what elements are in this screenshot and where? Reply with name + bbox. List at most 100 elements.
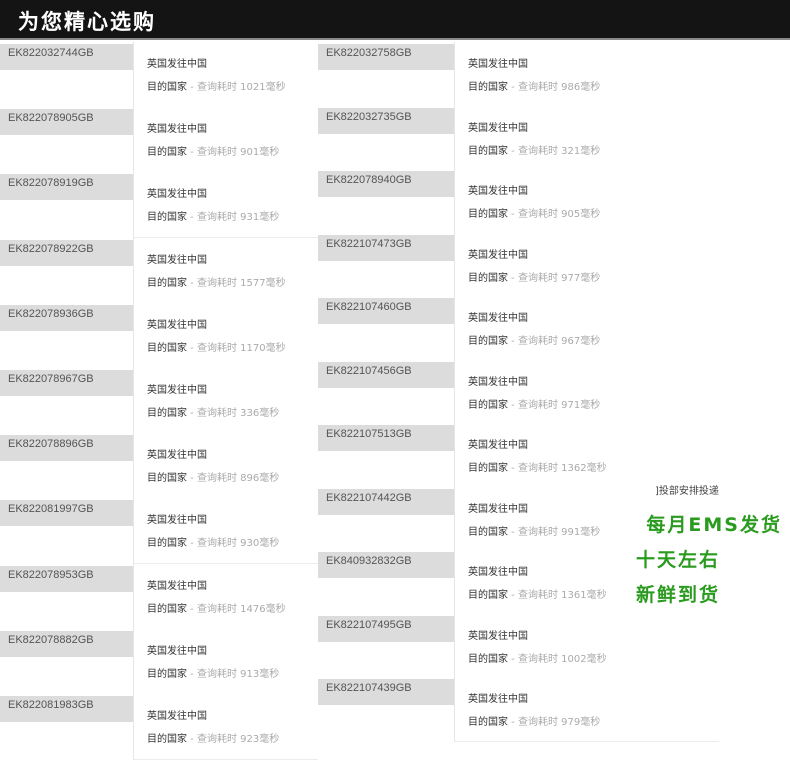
separator: - xyxy=(508,82,518,93)
route-text: 英国发往中国 xyxy=(468,59,528,70)
tracking-number: EK822081983GB xyxy=(0,696,133,722)
destination-label: 目的国家 xyxy=(147,473,187,484)
route-text: 英国发往中国 xyxy=(147,255,207,266)
tracking-number: EK822107439GB xyxy=(318,679,454,705)
destination-label: 目的国家 xyxy=(147,538,187,549)
tracking-number-text: EK822078940GB xyxy=(326,174,412,186)
query-time-label: 查询耗时 xyxy=(196,82,241,93)
query-time-value: 923 xyxy=(240,734,260,745)
query-time-value: 1021 xyxy=(240,82,266,93)
query-time-label: 查询耗时 xyxy=(196,147,241,158)
query-time-label: 查询耗时 xyxy=(196,473,241,484)
separator: - xyxy=(187,408,197,419)
separator: - xyxy=(187,669,197,680)
destination-label: 目的国家 xyxy=(147,604,187,615)
route-text: 英国发往中国 xyxy=(147,124,207,135)
tracking-number-text: EK840932832GB xyxy=(326,555,412,567)
query-line: 目的国家 - 查询耗时 1002毫秒 xyxy=(468,650,607,665)
route-text: 英国发往中国 xyxy=(147,581,207,592)
query-time-label: 查询耗时 xyxy=(517,717,562,728)
query-time-unit: 毫秒 xyxy=(586,654,607,665)
tracking-number-text: EK822107495GB xyxy=(326,619,412,631)
tracking-number-text: EK822107456GB xyxy=(326,365,412,377)
route-text: 英国发往中国 xyxy=(468,377,528,388)
query-line: 目的国家 - 查询耗时 991毫秒 xyxy=(468,523,600,538)
tracking-detail-card: 英国发往中国目的国家 - 查询耗时 1002毫秒 xyxy=(454,614,719,679)
tracking-detail-card: 英国发往中国目的国家 - 查询耗时 1362毫秒 xyxy=(454,423,719,488)
tracking-number-text: EK822078936GB xyxy=(8,308,94,320)
query-time-label: 查询耗时 xyxy=(196,278,241,289)
query-line: 目的国家 - 查询耗时 971毫秒 xyxy=(468,396,600,411)
route-text: 英国发往中国 xyxy=(147,450,207,461)
separator: - xyxy=(508,336,518,347)
separator: - xyxy=(187,147,197,158)
destination-label: 目的国家 xyxy=(147,734,187,745)
tracking-number-text: EK822107442GB xyxy=(326,492,412,504)
tracking-number-text: EK822032758GB xyxy=(326,47,412,59)
tracking-detail-card: 英国发往中国目的国家 - 查询耗时 971毫秒 xyxy=(454,360,719,425)
route-text: 英国发往中国 xyxy=(468,440,528,451)
destination-label: 目的国家 xyxy=(468,400,508,411)
query-line: 目的国家 - 查询耗时 923毫秒 xyxy=(147,730,279,745)
tracking-number-text: EK822032735GB xyxy=(326,111,412,123)
route-text: 英国发往中国 xyxy=(468,567,528,578)
tracking-number: EK822107442GB xyxy=(318,489,454,515)
tracking-detail-card: 英国发往中国 目的国家 - 查询耗时 1577毫秒 xyxy=(133,238,318,304)
query-time-value: 1170 xyxy=(240,343,266,354)
route-text: 英国发往中国 xyxy=(468,631,528,642)
separator: - xyxy=(508,463,518,474)
query-time-label: 查询耗时 xyxy=(517,527,562,538)
query-line: 目的国家 - 查询耗时 979毫秒 xyxy=(468,713,600,728)
query-time-unit: 毫秒 xyxy=(265,278,286,289)
separator: - xyxy=(508,654,518,665)
query-line: 目的国家 - 查询耗时 931毫秒 xyxy=(147,208,279,223)
tracking-number: EK822032758GB xyxy=(318,44,454,70)
query-time-value: 1361 xyxy=(561,590,587,601)
tracking-number: EK822078922GB xyxy=(0,240,133,266)
query-time-value: 336 xyxy=(240,408,260,419)
query-time-value: 991 xyxy=(561,527,581,538)
separator: - xyxy=(508,209,518,220)
separator: - xyxy=(187,343,197,354)
promo-line-2: 十天左右 xyxy=(635,549,720,571)
destination-label: 目的国家 xyxy=(147,278,187,289)
tracking-number: EK822081997GB xyxy=(0,500,133,526)
destination-label: 目的国家 xyxy=(468,146,508,157)
query-time-unit: 毫秒 xyxy=(580,400,601,411)
tracking-number-text: EK822107439GB xyxy=(326,682,412,694)
query-time-unit: 毫秒 xyxy=(259,734,280,745)
route-text: 英国发往中国 xyxy=(468,250,528,261)
tracking-number: EK822078896GB xyxy=(0,435,133,461)
query-time-label: 查询耗时 xyxy=(517,590,562,601)
tracking-detail-card: 英国发往中国 目的国家 - 查询耗时 336毫秒 xyxy=(133,368,318,434)
query-time-value: 1362 xyxy=(561,463,587,474)
query-time-value: 901 xyxy=(240,147,260,158)
query-time-value: 1476 xyxy=(240,604,266,615)
route-text: 英国发往中国 xyxy=(468,123,528,134)
query-line: 目的国家 - 查询耗时 1362毫秒 xyxy=(468,459,607,474)
tracking-detail-card: 英国发往中国 目的国家 - 查询耗时 1021毫秒 xyxy=(133,42,318,108)
separator: - xyxy=(508,590,518,601)
query-time-value: 977 xyxy=(561,273,581,284)
query-time-value: 986 xyxy=(561,82,581,93)
tracking-number-text: EK822078919GB xyxy=(8,177,94,189)
tracking-number: EK822107460GB xyxy=(318,298,454,324)
route-text: 英国发往中国 xyxy=(468,313,528,324)
tracking-number: EK822078936GB xyxy=(0,305,133,331)
destination-label: 目的国家 xyxy=(468,82,508,93)
tracking-number: EK822078919GB xyxy=(0,174,133,200)
query-line: 目的国家 - 查询耗时 1361毫秒 xyxy=(468,586,607,601)
tracking-number-text: EK822081997GB xyxy=(8,503,94,515)
query-time-unit: 毫秒 xyxy=(259,147,280,158)
query-line: 目的国家 - 查询耗时 905毫秒 xyxy=(468,205,600,220)
query-time-label: 查询耗时 xyxy=(517,209,562,220)
query-time-value: 979 xyxy=(561,717,581,728)
tracking-number-text: EK822078922GB xyxy=(8,243,94,255)
query-time-label: 查询耗时 xyxy=(196,538,241,549)
tracking-number: EK822078940GB xyxy=(318,171,454,197)
separator: - xyxy=(187,212,197,223)
tracking-detail-card: 英国发往中国 目的国家 - 查询耗时 967毫秒 xyxy=(454,296,719,361)
tracking-number: EK840932832GB xyxy=(318,552,454,578)
query-time-label: 查询耗时 xyxy=(517,273,562,284)
tracking-number: EK822078967GB xyxy=(0,370,133,396)
